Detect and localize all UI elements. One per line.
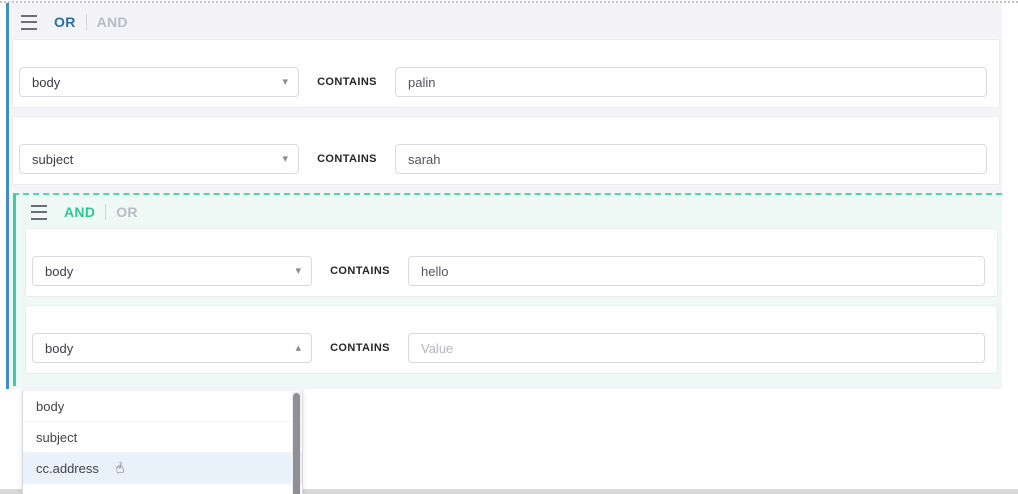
- condition-and-button[interactable]: AND: [97, 14, 128, 30]
- group-and-header: AND OR: [16, 195, 1002, 228]
- dropdown-scrollbar-track[interactable]: [292, 392, 301, 494]
- dropdown-option-partial[interactable]: bcc.address: [23, 484, 302, 494]
- operator-label: CONTAINS: [317, 153, 377, 165]
- condition-and-button[interactable]: AND: [64, 204, 95, 220]
- field-select-value: body: [32, 74, 61, 90]
- rule-row: body ▾ CONTAINS: [25, 228, 998, 297]
- field-select-value: body: [45, 263, 74, 279]
- rule-controls: body ▾ CONTAINS: [19, 67, 993, 97]
- operator-label: CONTAINS: [330, 265, 390, 277]
- field-select-open[interactable]: body ▴: [32, 333, 312, 363]
- rule-controls: body ▾ CONTAINS: [32, 256, 991, 286]
- rule-controls: subject ▾ CONTAINS: [19, 144, 993, 174]
- rule-row: body ▾ CONTAINS: [12, 39, 1000, 108]
- group-and: AND OR body ▾ CONTAINS hello body ▴ CONT…: [13, 193, 1002, 386]
- chevron-down-icon: ▾: [295, 264, 301, 277]
- toggle-divider: [85, 14, 87, 30]
- operator-label: CONTAINS: [330, 342, 390, 354]
- group-and-condition-toggle: AND OR: [64, 204, 138, 220]
- group-drag-handle-icon[interactable]: [31, 204, 47, 220]
- dropdown-option-subject[interactable]: subject: [23, 422, 302, 453]
- query-builder: OR AND body ▾ CONTAINS subject: [0, 0, 1018, 494]
- toggle-divider: [105, 204, 107, 220]
- field-select[interactable]: subject ▾: [19, 144, 299, 174]
- chevron-down-icon: ▾: [282, 152, 288, 165]
- field-select-value: body: [45, 340, 74, 356]
- chevron-down-icon: ▾: [282, 75, 288, 88]
- value-input[interactable]: [395, 144, 987, 174]
- rule-row: body ▴ CONTAINS: [25, 305, 998, 374]
- top-dotted-divider: [0, 1, 1018, 3]
- group-or-condition-toggle: OR AND: [54, 14, 128, 30]
- condition-or-button[interactable]: OR: [54, 14, 76, 30]
- field-select[interactable]: body ▾: [32, 256, 312, 286]
- field-select[interactable]: body ▾: [19, 67, 299, 97]
- rule-row: subject ▾ CONTAINS: [12, 116, 1000, 185]
- value-input[interactable]: [408, 256, 985, 286]
- field-dropdown-list: body subject cc.address ☝ bcc.address: [22, 390, 303, 494]
- dropdown-scrollbar-thumb[interactable]: [293, 393, 300, 494]
- value-input[interactable]: [408, 333, 985, 363]
- value-input[interactable]: [395, 67, 987, 97]
- dropdown-option-cc-address[interactable]: cc.address ☝: [23, 453, 302, 484]
- dropdown-option-label: cc.address: [36, 460, 99, 476]
- field-select-value: subject: [32, 151, 74, 167]
- group-drag-handle-icon[interactable]: [21, 14, 37, 30]
- dropdown-option-body[interactable]: body: [23, 391, 302, 422]
- condition-or-button[interactable]: OR: [116, 204, 138, 220]
- operator-label: CONTAINS: [317, 76, 377, 88]
- hand-cursor-icon: ☝: [112, 458, 127, 478]
- chevron-up-icon: ▴: [295, 341, 301, 354]
- group-or-header: OR AND: [9, 3, 1002, 39]
- group-or: OR AND body ▾ CONTAINS subject: [6, 3, 1002, 389]
- rule-controls: body ▴ CONTAINS: [32, 333, 991, 363]
